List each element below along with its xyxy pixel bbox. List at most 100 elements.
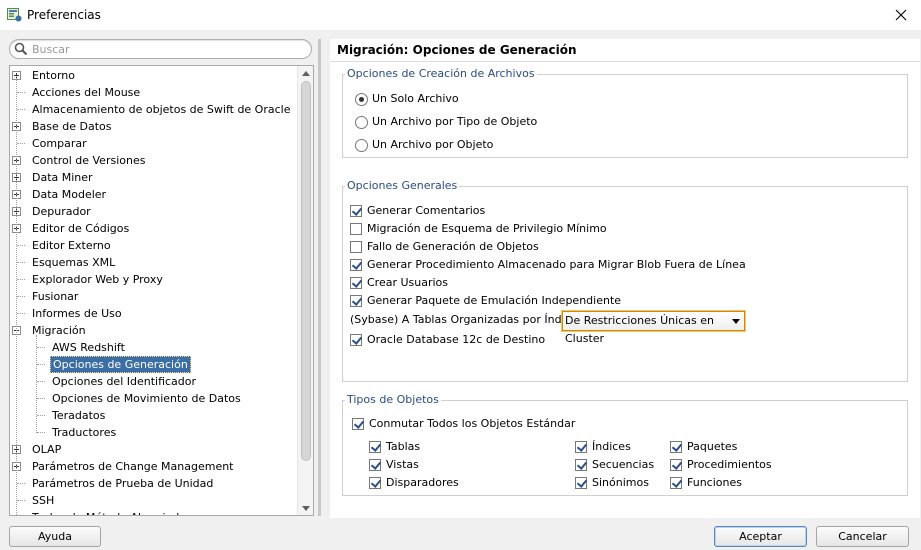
- tree-connector: [37, 364, 45, 365]
- radio-indicator: [355, 139, 368, 152]
- sybase-iot-label: (Sybase) A Tablas Organizadas por Índice…: [350, 312, 583, 328]
- tree-item[interactable]: Opciones del Identificador: [10, 373, 298, 390]
- tree-item-label: Opciones de Movimiento de Datos: [52, 392, 241, 405]
- close-icon: [895, 9, 907, 21]
- dialog-client: Entorno Acciones del Mouse Almacenamiento …: [0, 30, 921, 550]
- close-button[interactable]: [881, 0, 921, 30]
- tree-item-label: Entorno: [32, 69, 75, 82]
- chevron-down-icon: [302, 505, 310, 511]
- pane-splitter[interactable]: [318, 39, 321, 516]
- checkbox-label: Funciones: [687, 476, 742, 489]
- tree-item[interactable]: Explorador Web y Proxy: [10, 271, 298, 288]
- tree-item-label: Acciones del Mouse: [32, 86, 141, 99]
- checkbox-label: Generar Comentarios: [367, 204, 486, 217]
- tree-connector: [17, 109, 25, 110]
- tree-item-label: Opciones del Identificador: [52, 375, 197, 388]
- checkbox-label: Tablas: [386, 440, 421, 453]
- checkbox-indicator: [350, 241, 362, 253]
- tree-item-label: AWS Redshift: [52, 341, 125, 354]
- checkbox-indicator: [350, 295, 362, 307]
- tree-item-label: Control de Versiones: [32, 154, 146, 167]
- tree-connector: [17, 483, 25, 484]
- tree-item-label: Teradatos: [52, 409, 106, 422]
- page-title: Migración: Opciones de Generación: [337, 43, 577, 57]
- cancel-button[interactable]: Cancelar: [816, 526, 909, 547]
- tree-scrollbar[interactable]: [297, 66, 313, 515]
- checkbox-indicator: [670, 441, 682, 453]
- tree-connector: [17, 279, 25, 280]
- search-box: [9, 39, 312, 59]
- tree-item[interactable]: Data Modeler: [10, 186, 298, 203]
- tree-item[interactable]: Editor de Códigos: [10, 220, 298, 237]
- tree-item[interactable]: Control de Versiones: [10, 152, 298, 169]
- tree-guide-line: [36, 335, 37, 433]
- chevron-up-icon: [302, 70, 310, 76]
- tree-item[interactable]: Editor Externo: [10, 237, 298, 254]
- tree-connector: [37, 415, 45, 416]
- tree-item[interactable]: Informes de Uso: [10, 305, 298, 322]
- tree-item[interactable]: AWS Redshift: [10, 339, 298, 356]
- tree-item[interactable]: Depurador: [10, 203, 298, 220]
- tree-item-label: SSH: [32, 494, 55, 507]
- tree-item-label: Teclas de Método Abreviado: [30, 509, 188, 515]
- tree-connector: [37, 432, 45, 433]
- tree-item[interactable]: Opciones de Generación: [10, 356, 298, 373]
- tree-item[interactable]: Data Miner: [10, 169, 298, 186]
- tree-item[interactable]: Opciones de Movimiento de Datos: [10, 390, 298, 407]
- tree-item-label: Esquemas XML: [32, 256, 116, 269]
- tree-item[interactable]: Teradatos: [10, 407, 298, 424]
- scroll-up-button[interactable]: [298, 66, 313, 80]
- tree-item[interactable]: Esquemas XML: [10, 254, 298, 271]
- sybase-iot-select[interactable]: De Restricciones Únicas en Cluster: [562, 311, 745, 345]
- tree-item[interactable]: Almacenamiento de objetos de Swift de Or…: [10, 101, 298, 118]
- checkbox-label: Oracle Database 12c de Destino: [367, 333, 546, 346]
- tree-item[interactable]: Comparar: [10, 135, 298, 152]
- tree-item-label: Opciones de Generación: [50, 356, 191, 373]
- ok-button[interactable]: Aceptar: [714, 526, 807, 547]
- checkbox-label: Secuencias: [592, 458, 655, 471]
- tree-item[interactable]: Base de Datos: [10, 118, 298, 135]
- help-button[interactable]: Ayuda: [9, 526, 101, 547]
- tree-item-label: Base de Datos: [32, 120, 112, 133]
- checkbox-indicator: [350, 205, 362, 217]
- tree-item[interactable]: Fusionar: [10, 288, 298, 305]
- general-options-label: Opciones Generales: [345, 179, 460, 192]
- tree-item-label: Almacenamiento de objetos de Swift de Or…: [32, 103, 291, 116]
- search-input[interactable]: [32, 41, 302, 57]
- tree-item[interactable]: Traductores: [10, 424, 298, 441]
- tree-item[interactable]: Migración: [10, 322, 298, 339]
- radio-indicator: [355, 93, 368, 106]
- tree-guide-line: [16, 76, 17, 515]
- settings-panel: Opciones de Creación de Archivos Un Solo…: [330, 62, 920, 518]
- tree-item-label: OLAP: [32, 443, 62, 456]
- checkbox-label: Paquetes: [687, 440, 738, 453]
- tree-item[interactable]: OLAP: [10, 441, 298, 458]
- checkbox-indicator: [670, 459, 682, 471]
- tree-connector: [37, 398, 45, 399]
- tree-item-label: Comparar: [32, 137, 87, 150]
- tree-item[interactable]: Acciones del Mouse: [10, 84, 298, 101]
- tree-item[interactable]: Parámetros de Prueba de Unidad: [10, 475, 298, 492]
- window-title: Preferencias: [27, 8, 101, 22]
- tree-connector: [17, 296, 25, 297]
- panel-header: Migración: Opciones de Generación: [330, 39, 920, 62]
- tree-item-label: Data Modeler: [32, 188, 107, 201]
- checkbox-indicator: [575, 441, 587, 453]
- checkbox-indicator: [352, 418, 364, 430]
- object-types-label: Tipos de Objetos: [345, 393, 441, 406]
- tree-item[interactable]: SSH: [10, 492, 298, 509]
- preferences-tree: Entorno Acciones del Mouse Almacenamiento …: [9, 65, 314, 516]
- file-options-label: Opciones de Creación de Archivos: [345, 67, 537, 80]
- checkbox-indicator: [369, 459, 381, 471]
- tree-connector: [17, 245, 25, 246]
- checkbox-label: Vistas: [386, 458, 419, 471]
- scroll-thumb[interactable]: [301, 81, 311, 461]
- radio-label: Un Archivo por Objeto: [372, 138, 494, 151]
- tree-connector: [17, 500, 25, 501]
- tree-connector: [17, 262, 25, 263]
- tree-item[interactable]: Entorno: [10, 67, 298, 84]
- tree-item[interactable]: Teclas de Método Abreviado: [10, 509, 298, 515]
- checkbox-label: Disparadores: [386, 476, 459, 489]
- tree-item[interactable]: Parámetros de Change Management: [10, 458, 298, 475]
- scroll-down-button[interactable]: [298, 501, 313, 515]
